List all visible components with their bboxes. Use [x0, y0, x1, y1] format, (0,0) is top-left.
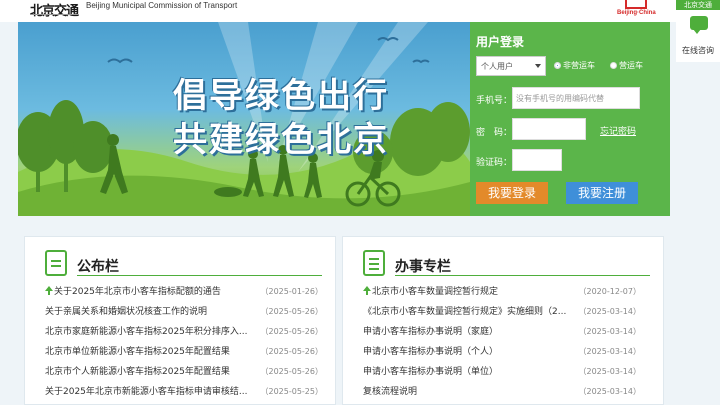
user-type-select[interactable]: 个人用户 — [476, 56, 546, 76]
radio-non-operating[interactable]: 非营运车 — [554, 60, 595, 71]
password-label: 密 码： — [476, 128, 513, 138]
list-item-text: 关于2025年北京市小客车指标配额的通告 — [54, 287, 221, 297]
phone-input[interactable]: 没有手机号的用编码代替 — [512, 87, 640, 109]
list-item[interactable]: 申请小客车指标办事说明（家庭） （2025-03-14） — [363, 325, 641, 345]
banner-slogan-line2: 共建绿色北京 — [173, 120, 389, 160]
forgot-password-link[interactable]: 忘记密码 — [600, 124, 636, 137]
list-item[interactable]: 关于2025年北京市新能源小客车指标申请审核结... （2025-05-25） — [45, 385, 323, 405]
green-travel-banner: 倡导绿色出行 共建绿色北京 — [18, 22, 470, 216]
captcha-label: 验证码： — [476, 158, 513, 168]
login-title: 用户登录 — [476, 35, 525, 49]
list-item-text: 《北京市小客车数量调控暂行规定》实施细则（2... — [363, 307, 567, 317]
site-logo[interactable]: 北京交通 — [30, 0, 79, 19]
bulletin-divider — [77, 275, 322, 276]
list-item-date: （2025-05-26） — [260, 307, 324, 316]
login-panel: 用户登录 个人用户 非营运车 营运车 手机号： 没有手机号的用编码代替 密 码：… — [470, 22, 670, 216]
commission-name: Beijing Municipal Commission of Transpor… — [86, 1, 238, 10]
phone-label: 手机号： — [476, 96, 513, 106]
beijing-china-text: Beijing·China — [617, 10, 656, 16]
online-consult-label: 在线咨询 — [682, 46, 714, 55]
list-item[interactable]: 关于亲属关系和婚姻状况核查工作的说明 （2025-05-26） — [45, 305, 323, 325]
captcha-input[interactable] — [512, 149, 562, 171]
beijing-china-emblem-icon — [625, 0, 647, 9]
radio-selected-icon — [554, 62, 561, 69]
list-item-date: （2025-05-26） — [260, 327, 324, 336]
pin-top-icon — [363, 286, 371, 295]
list-item[interactable]: 复核流程说明 （2025-03-14） — [363, 385, 641, 405]
list-item-text: 申请小客车指标办事说明（单位） — [363, 367, 499, 377]
beijing-china-logo: Beijing·China — [617, 0, 657, 20]
list-item[interactable]: 北京市小客车数量调控暂行规定 （2020-12-07） — [363, 285, 641, 305]
bulletin-panel: 公布栏 关于2025年北京市小客车指标配额的通告 （2025-01-26） 关于… — [24, 236, 336, 405]
banner-slogan-line1: 倡导绿色出行 — [173, 76, 389, 116]
list-item[interactable]: 北京市个人新能源小客车指标2025年配置结果 （2025-05-26） — [45, 365, 323, 385]
list-item-text: 北京市家庭新能源小客车指标2025年积分排序入... — [45, 327, 248, 337]
list-item-date: （2025-01-26） — [260, 287, 324, 296]
list-item-date: （2025-03-14） — [578, 387, 642, 396]
side-widget-tag: 北京交通 — [676, 0, 720, 10]
user-type-value: 个人用户 — [481, 62, 513, 71]
service-divider — [395, 275, 650, 276]
list-item-text: 申请小客车指标办事说明（个人） — [363, 347, 499, 357]
list-item-date: （2025-05-25） — [260, 387, 324, 396]
list-item[interactable]: 申请小客车指标办事说明（个人） （2025-03-14） — [363, 345, 641, 365]
radio-operating-label: 营运车 — [619, 61, 643, 70]
list-item-text: 北京市个人新能源小客车指标2025年配置结果 — [45, 367, 230, 377]
document-list-icon — [363, 250, 385, 276]
chevron-down-icon — [535, 64, 541, 68]
top-header: 北京交通 Beijing Municipal Commission of Tra… — [0, 0, 720, 22]
list-item[interactable]: 北京市家庭新能源小客车指标2025年积分排序入... （2025-05-26） — [45, 325, 323, 345]
banner-illustration — [18, 22, 470, 216]
list-item[interactable]: 申请小客车指标办事说明（单位） （2025-03-14） — [363, 365, 641, 385]
list-item-text: 复核流程说明 — [363, 387, 418, 397]
list-item-date: （2025-05-26） — [260, 347, 324, 356]
radio-non-operating-label: 非营运车 — [563, 61, 595, 70]
pin-top-icon — [45, 286, 53, 295]
list-item[interactable]: 《北京市小客车数量调控暂行规定》实施细则（2... （2025-03-14） — [363, 305, 641, 325]
logo-underline — [30, 14, 78, 15]
service-panel: 办事专栏 北京市小客车数量调控暂行规定 （2020-12-07） 《北京市小客车… — [342, 236, 664, 405]
password-input[interactable] — [512, 118, 586, 140]
login-button[interactable]: 我要登录 — [476, 182, 548, 204]
list-item-text: 申请小客车指标办事说明（家庭） — [363, 327, 499, 337]
radio-unselected-icon — [610, 62, 617, 69]
list-item-text: 关于2025年北京市新能源小客车指标申请审核结... — [45, 387, 248, 397]
service-title: 办事专栏 — [395, 259, 451, 275]
radio-operating[interactable]: 营运车 — [610, 60, 643, 71]
list-item-date: （2025-05-26） — [260, 367, 324, 376]
list-item[interactable]: 关于2025年北京市小客车指标配额的通告 （2025-01-26） — [45, 285, 323, 305]
list-item-date: （2025-03-14） — [578, 307, 642, 316]
bulletin-list: 关于2025年北京市小客车指标配额的通告 （2025-01-26） 关于亲属关系… — [45, 285, 323, 405]
phone-placeholder: 没有手机号的用编码代替 — [516, 94, 604, 103]
list-item-date: （2025-03-14） — [578, 327, 642, 336]
list-item-date: （2025-03-14） — [578, 347, 642, 356]
bulletin-title: 公布栏 — [77, 259, 119, 275]
list-item-text: 北京市单位新能源小客车指标2025年配置结果 — [45, 347, 230, 357]
list-item-date: （2025-03-14） — [578, 367, 642, 376]
list-item[interactable]: 北京市单位新能源小客车指标2025年配置结果 （2025-05-26） — [45, 345, 323, 365]
chat-bubble-icon — [690, 16, 708, 34]
register-button[interactable]: 我要注册 — [566, 182, 638, 204]
service-list: 北京市小客车数量调控暂行规定 （2020-12-07） 《北京市小客车数量调控暂… — [363, 285, 641, 405]
bulletin-board-icon — [45, 250, 67, 276]
online-consult-widget[interactable]: 北京交通 在线咨询 — [676, 0, 720, 62]
logo-text: 北京交通 — [30, 4, 79, 19]
list-item-text: 北京市小客车数量调控暂行规定 — [372, 287, 499, 297]
list-item-date: （2020-12-07） — [578, 287, 642, 296]
list-item-text: 关于亲属关系和婚姻状况核查工作的说明 — [45, 307, 208, 317]
